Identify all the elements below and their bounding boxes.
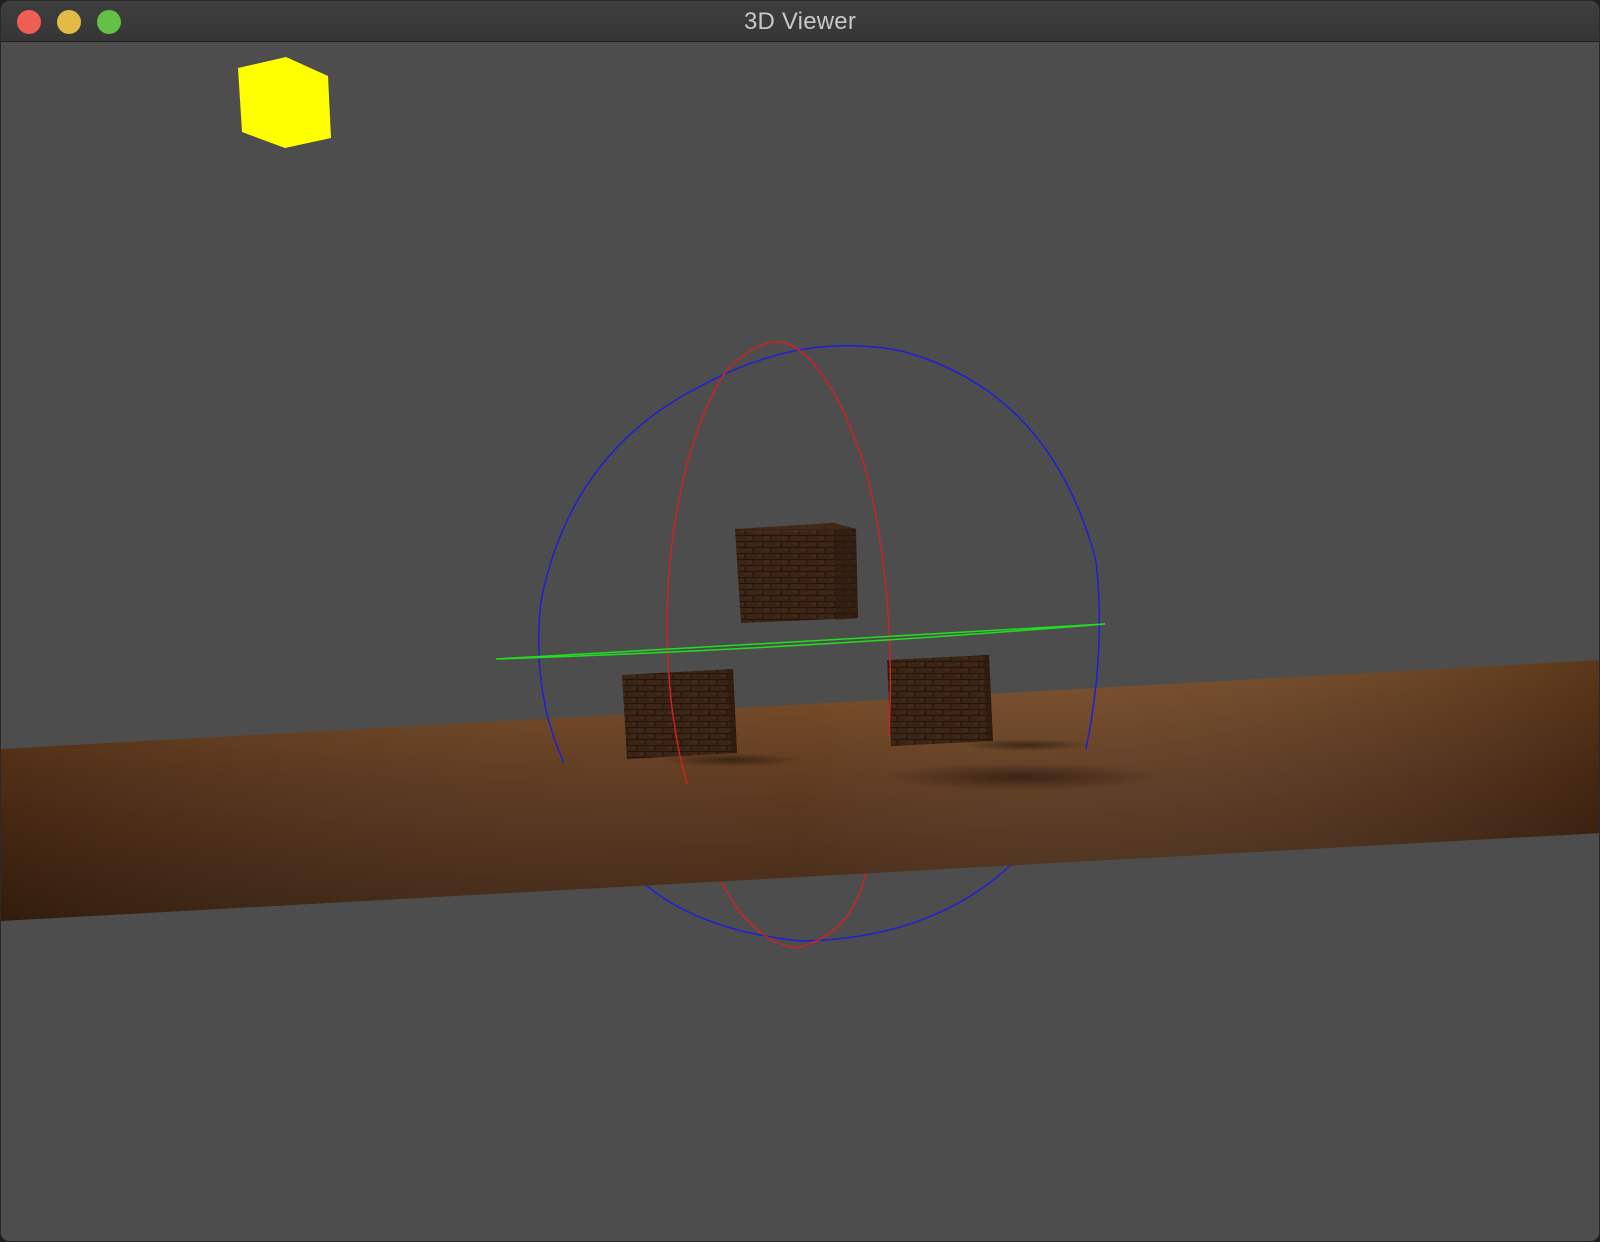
crate-right[interactable] [887, 655, 993, 746]
crate-left[interactable] [622, 669, 737, 759]
floor-plane [1, 660, 1599, 921]
x-rotation-ring-lower[interactable] [720, 872, 867, 949]
title-bar[interactable]: 3D Viewer [1, 1, 1599, 42]
crate-top[interactable] [735, 523, 858, 623]
window-title: 3D Viewer [743, 8, 857, 35]
viewer-window: 3D Viewer [0, 0, 1600, 1242]
scene-canvas[interactable] [1, 42, 1600, 1242]
y-rotation-ring[interactable] [495, 623, 1106, 660]
light-source-cube[interactable] [238, 57, 331, 148]
3d-viewport[interactable] [1, 42, 1600, 1242]
